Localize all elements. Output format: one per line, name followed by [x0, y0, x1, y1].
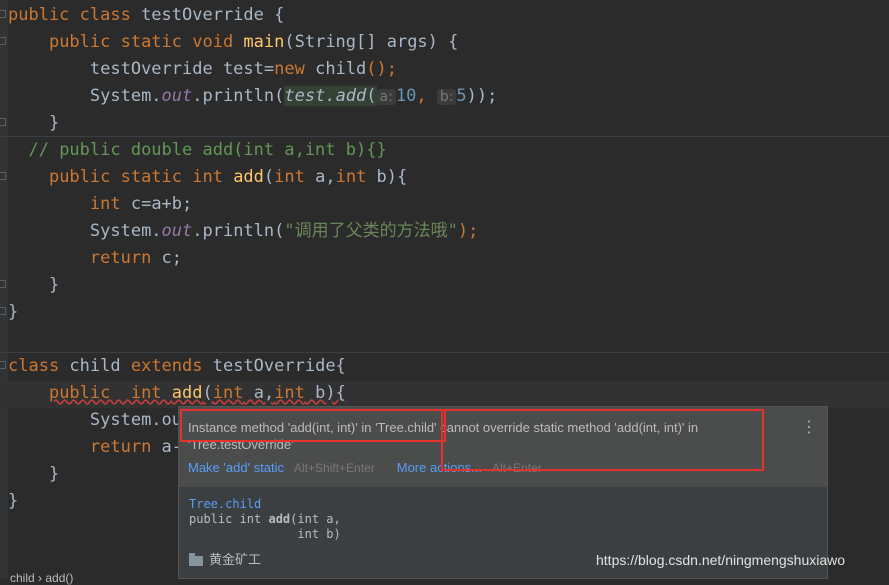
- fold-marker[interactable]: [0, 10, 6, 18]
- field-name: out: [161, 221, 193, 241]
- class-name: child: [69, 356, 131, 376]
- keyword: extends: [130, 356, 213, 376]
- keyword: int: [335, 167, 367, 187]
- code-text: System.: [89, 86, 162, 106]
- code-line[interactable]: }: [8, 110, 59, 137]
- method-call: test.add: [284, 86, 367, 106]
- code-text: ,: [416, 86, 427, 106]
- editor-gutter: [0, 0, 8, 579]
- module-footer: 黄金矿工: [189, 549, 261, 568]
- code-line[interactable]: return c;: [8, 245, 182, 272]
- documentation-preview: Tree.child public int add(int a, int b): [189, 497, 341, 542]
- keyword: public static int: [48, 167, 234, 187]
- fold-marker[interactable]: [0, 280, 6, 288]
- shortcut-label: Alt+Shift+Enter: [294, 461, 375, 475]
- code-text: ));: [466, 86, 498, 106]
- field-name: out: [161, 86, 193, 106]
- code-line[interactable]: return a-: [8, 434, 182, 461]
- method-name: main: [243, 32, 285, 52]
- doc-method-name: add: [268, 512, 291, 526]
- keyword: int: [274, 167, 305, 187]
- watermark: https://blog.csdn.net/ningmengshuxiawo: [596, 552, 846, 568]
- annotation-box: [180, 409, 446, 442]
- doc-signature: (int a,: [290, 512, 341, 526]
- method-name: add: [233, 167, 264, 187]
- code-line[interactable]: }: [8, 488, 18, 515]
- keyword: new: [274, 59, 316, 79]
- keyword: int: [212, 383, 244, 403]
- fold-marker[interactable]: [0, 307, 6, 315]
- code-text: a,: [304, 167, 336, 187]
- module-name: 黄金矿工: [209, 552, 262, 567]
- keyword: return: [89, 437, 162, 457]
- class-name: testOverride {: [141, 5, 285, 25]
- code-text: (: [263, 167, 275, 187]
- code-line[interactable]: class child extends testOverride{: [8, 353, 346, 380]
- doc-signature: int b): [189, 527, 341, 541]
- highlighted-call: test.add(: [284, 86, 377, 106]
- code-line[interactable]: System.ou: [8, 407, 182, 434]
- code-text: .println(: [192, 221, 285, 241]
- doc-class-link[interactable]: Tree.child: [189, 497, 261, 511]
- number-literal: 10: [395, 86, 417, 106]
- code-text: );: [457, 221, 479, 241]
- fold-marker[interactable]: [0, 172, 6, 180]
- comment: // public double add(int a,int b){}: [28, 140, 387, 160]
- make-static-action[interactable]: Make 'add' static: [188, 460, 284, 475]
- keyword: public class: [8, 5, 142, 25]
- parameter-hint: b:: [436, 89, 457, 105]
- code-line[interactable]: // public double add(int a,int b){}: [8, 137, 387, 164]
- code-line[interactable]: testOverride test=new child();: [8, 56, 397, 83]
- code-text: b){: [366, 167, 408, 187]
- more-options-icon[interactable]: ⋮: [801, 417, 817, 437]
- code-text: c=a+b;: [130, 194, 193, 214]
- code-text: ();: [366, 59, 397, 79]
- annotation-box: [441, 409, 764, 471]
- code-line[interactable]: }: [8, 299, 18, 326]
- keyword: public static void: [48, 32, 244, 52]
- code-line[interactable]: System.out.println("调用了父类的方法哦");: [8, 218, 478, 245]
- doc-signature: public int: [189, 512, 269, 526]
- string-literal: "调用了父类的方法哦": [284, 221, 458, 241]
- fold-marker[interactable]: [0, 37, 6, 45]
- keyword: public int: [48, 383, 172, 403]
- code-text: testOverride{: [212, 356, 346, 376]
- code-text: }: [48, 275, 60, 295]
- code-text: }: [48, 464, 60, 484]
- code-line[interactable]: public static void main(String[] args) {: [8, 29, 458, 56]
- code-line[interactable]: int c=a+b;: [8, 191, 192, 218]
- keyword: return: [89, 248, 162, 268]
- keyword: int: [274, 383, 305, 403]
- code-line[interactable]: public int add(int a,int b){: [8, 380, 346, 407]
- code-text: testOverride test=: [89, 59, 275, 79]
- fold-marker[interactable]: [0, 118, 6, 126]
- keyword: class: [8, 356, 70, 376]
- number-literal: 5: [456, 86, 467, 106]
- parameter-hint: a:: [376, 89, 396, 105]
- breadcrumb[interactable]: child › add(): [10, 571, 73, 585]
- code-text: child: [315, 59, 367, 79]
- code-text: (: [202, 383, 213, 403]
- code-line[interactable]: public static int add(int a,int b){: [8, 164, 407, 191]
- code-text: c;: [161, 248, 183, 268]
- method-name: add: [171, 383, 203, 403]
- code-line[interactable]: }: [8, 272, 59, 299]
- code-line[interactable]: public class testOverride {: [8, 2, 284, 29]
- fold-marker[interactable]: [0, 361, 6, 369]
- code-line[interactable]: }: [8, 461, 59, 488]
- code-text: (String[] args) {: [284, 32, 459, 52]
- code-text: System.ou: [89, 410, 183, 430]
- keyword: int: [89, 194, 131, 214]
- code-text: .println(: [192, 86, 285, 106]
- code-text: }: [8, 302, 19, 322]
- code-text: }: [8, 491, 19, 511]
- code-text: b){: [304, 383, 346, 403]
- folder-icon: [189, 552, 203, 566]
- code-line[interactable]: System.out.println(test.add(a: 10, b: 5));: [8, 83, 497, 110]
- code-text: }: [48, 113, 60, 133]
- code-text: System.: [89, 221, 162, 241]
- code-text: a,: [243, 383, 275, 403]
